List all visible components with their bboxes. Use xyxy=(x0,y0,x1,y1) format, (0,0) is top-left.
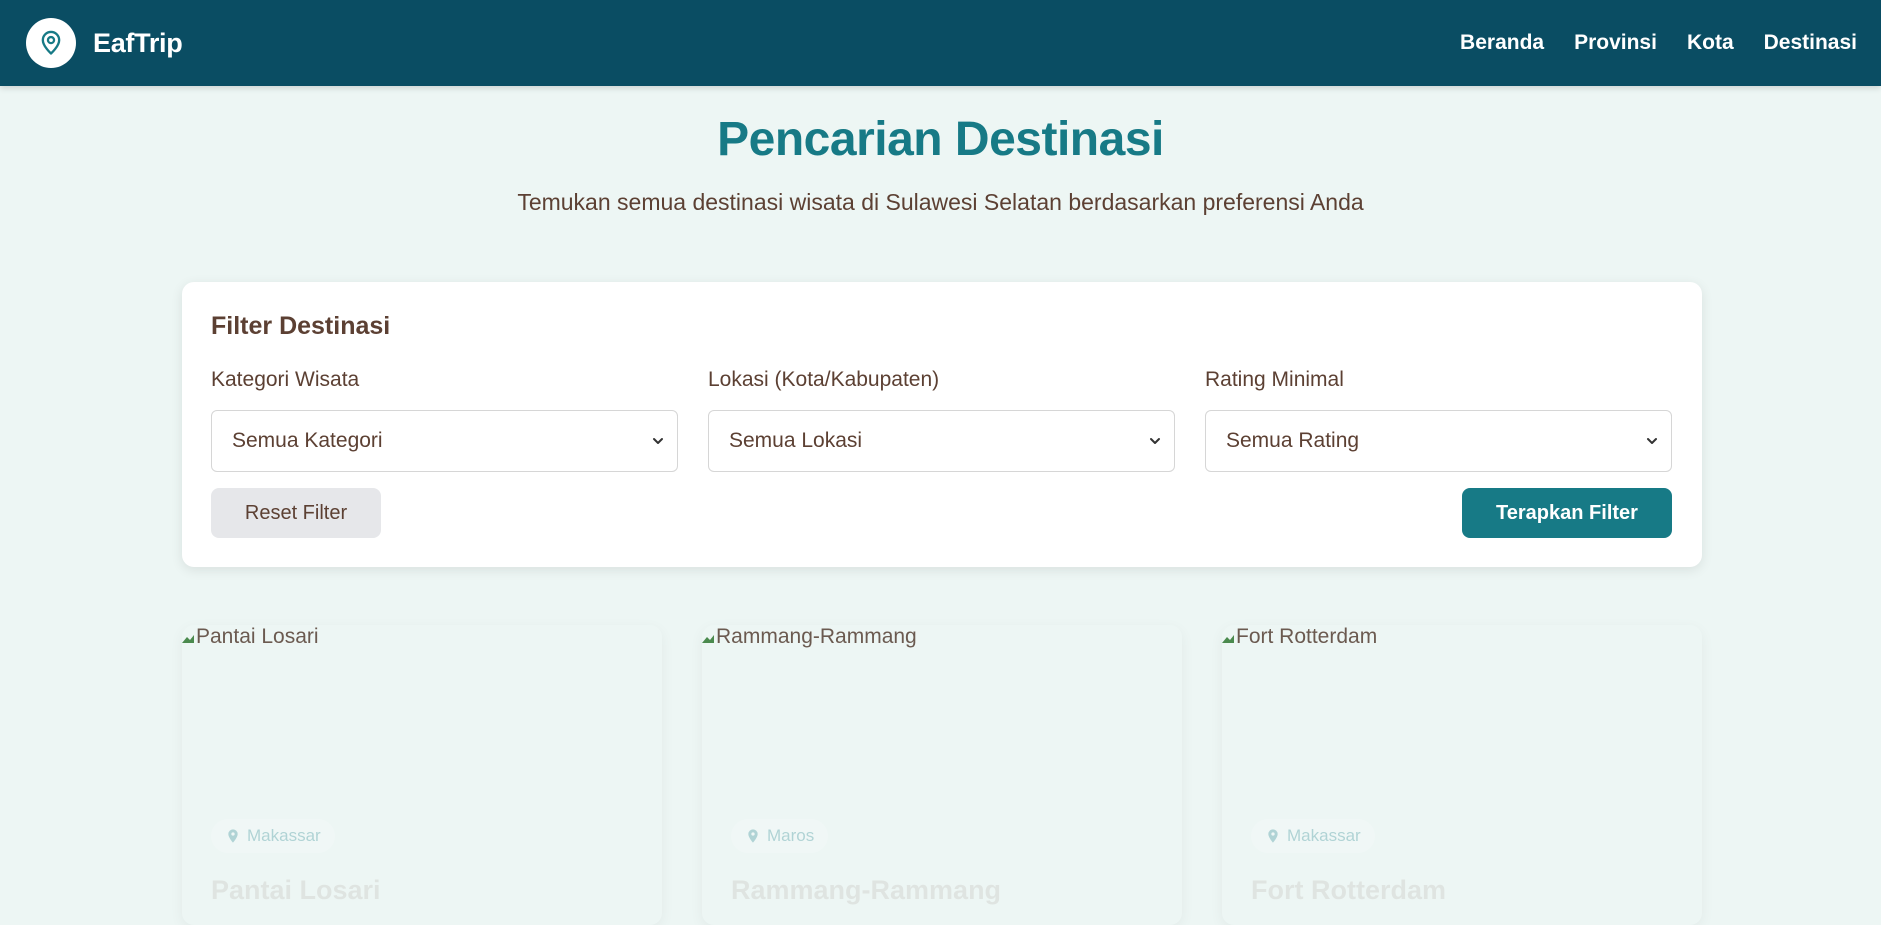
reset-filter-button[interactable]: Reset Filter xyxy=(211,488,381,538)
brand[interactable]: EafTrip xyxy=(26,18,183,68)
rating-label: Rating Minimal xyxy=(1205,368,1344,391)
destination-name: Pantai Losari xyxy=(211,875,381,905)
chevron-down-icon xyxy=(1150,438,1160,444)
rating-select-value: Semua Rating xyxy=(1226,429,1360,452)
location-select-value: Semua Lokasi xyxy=(729,429,863,452)
location-badge-label: Makassar xyxy=(247,826,321,845)
destination-card-rammang-rammang[interactable]: Rammang-Rammang Maros Rammang-Rammang xyxy=(702,625,1182,925)
chevron-down-icon xyxy=(1647,438,1657,444)
location-label: Lokasi (Kota/Kabupaten) xyxy=(708,368,940,391)
map-pin-icon xyxy=(1268,829,1278,843)
filter-card: Filter Destinasi Kategori Wisata Semua K… xyxy=(182,282,1702,567)
location-badge-label: Makassar xyxy=(1287,826,1361,845)
destination-card-pantai-losari[interactable]: Pantai Losari Makassar Pantai Losari xyxy=(182,625,662,925)
page-title: Pencarian Destinasi xyxy=(717,113,1164,166)
category-select-value: Semua Kategori xyxy=(232,429,383,452)
destination-name: Rammang-Rammang xyxy=(731,875,1002,905)
category-select[interactable]: Semua Kategori xyxy=(211,410,678,472)
navbar: EafTrip Beranda Provinsi Kota Destinasi xyxy=(0,0,1881,86)
map-pin-icon xyxy=(26,18,76,68)
location-badge: Makassar xyxy=(211,819,335,853)
broken-image-icon xyxy=(1222,635,1234,643)
map-pin-icon xyxy=(748,829,758,843)
rating-select[interactable]: Semua Rating xyxy=(1205,410,1672,472)
chevron-down-icon xyxy=(653,438,663,444)
location-badge: Maros xyxy=(731,819,829,853)
destination-image: Rammang-Rammang xyxy=(702,625,917,649)
destination-card-fort-rotterdam[interactable]: Fort Rotterdam Makassar Fort Rotterdam xyxy=(1222,625,1702,925)
nav-link-kota[interactable]: Kota xyxy=(1687,31,1734,55)
destination-image-alt: Fort Rotterdam xyxy=(1236,625,1378,648)
filter-heading: Filter Destinasi xyxy=(211,312,391,340)
destination-image: Pantai Losari xyxy=(182,625,319,649)
category-label: Kategori Wisata xyxy=(211,368,360,391)
nav-links: Beranda Provinsi Kota Destinasi xyxy=(1460,31,1857,55)
location-badge-label: Maros xyxy=(767,826,815,845)
destination-name: Fort Rotterdam xyxy=(1251,875,1446,905)
location-field: Lokasi (Kota/Kabupaten) Semua Lokasi xyxy=(708,368,1175,472)
destination-image-alt: Pantai Losari xyxy=(196,625,319,648)
brand-name: EafTrip xyxy=(93,27,183,58)
location-select[interactable]: Semua Lokasi xyxy=(708,410,1175,472)
destination-image-alt: Rammang-Rammang xyxy=(716,625,917,648)
destination-image: Fort Rotterdam xyxy=(1222,625,1377,649)
location-badge: Makassar xyxy=(1251,819,1375,853)
map-pin-icon xyxy=(228,829,238,843)
apply-filter-button[interactable]: Terapkan Filter xyxy=(1462,488,1672,538)
broken-image-icon xyxy=(182,635,194,643)
nav-link-destinasi[interactable]: Destinasi xyxy=(1764,31,1857,55)
nav-link-beranda[interactable]: Beranda xyxy=(1460,31,1544,55)
nav-link-provinsi[interactable]: Provinsi xyxy=(1574,31,1657,55)
rating-field: Rating Minimal Semua Rating xyxy=(1205,368,1672,472)
broken-image-icon xyxy=(702,635,714,643)
category-field: Kategori Wisata Semua Kategori xyxy=(211,368,678,472)
page-subtitle: Temukan semua destinasi wisata di Sulawe… xyxy=(517,189,1364,215)
